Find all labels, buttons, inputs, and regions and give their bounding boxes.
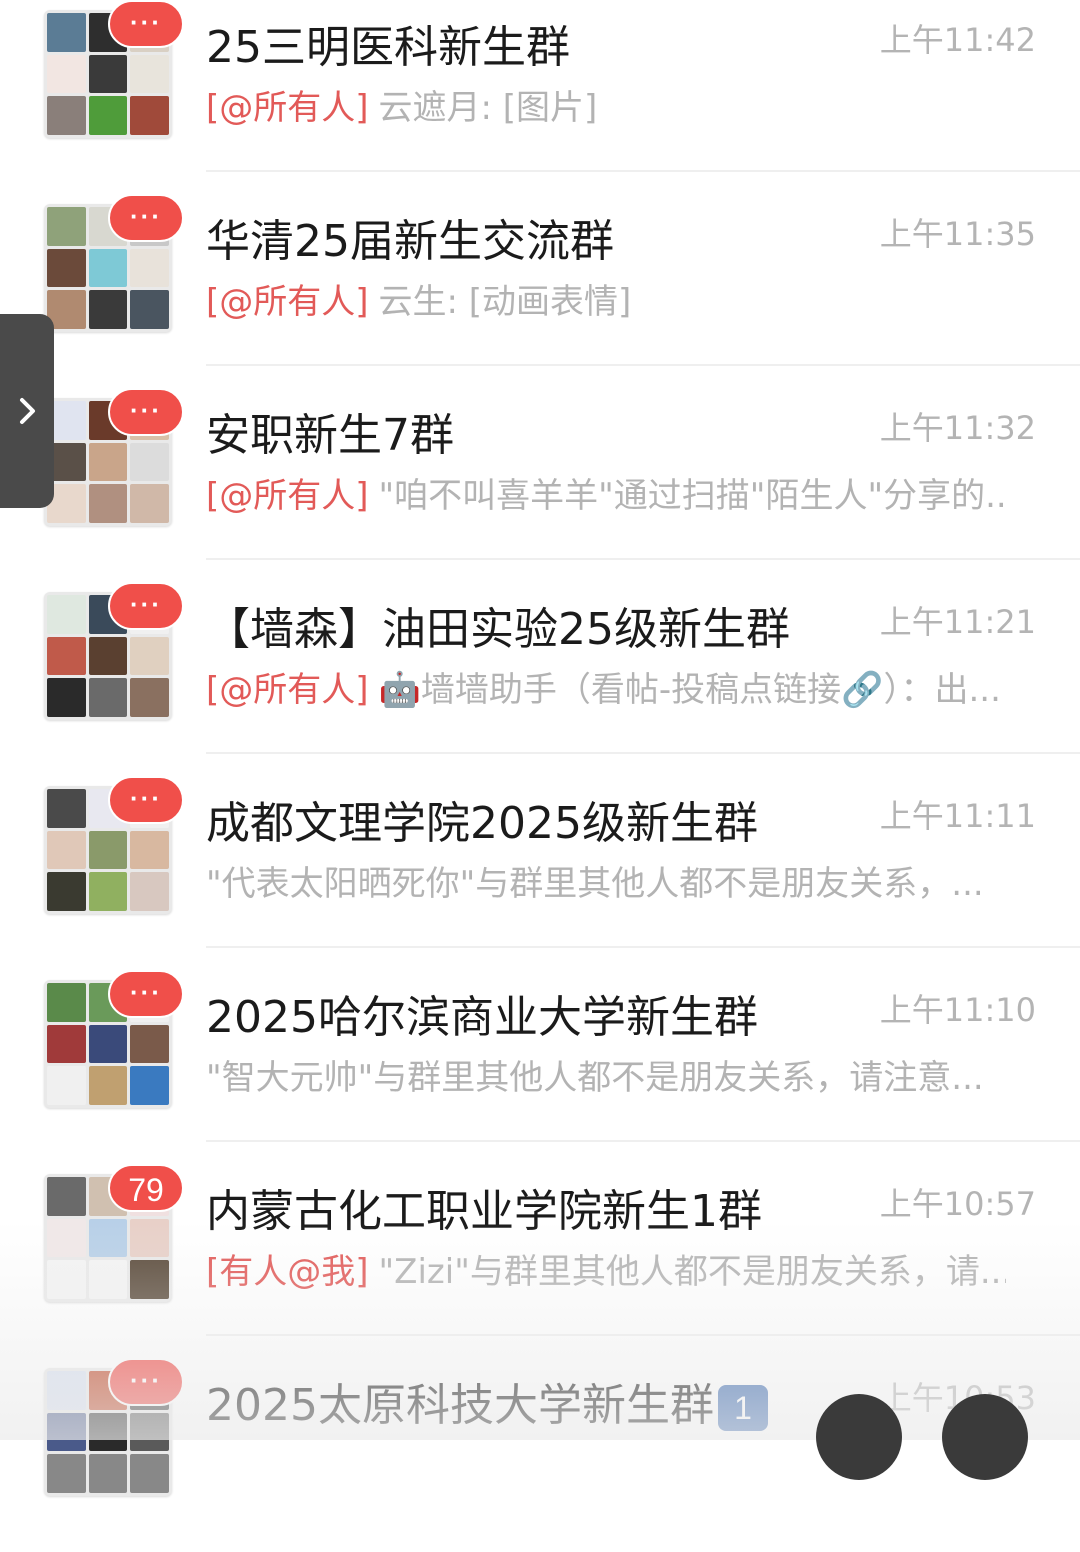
mention-tag: [有人@我]: [206, 1252, 369, 1292]
chat-row[interactable]: ··· 2025哈尔滨商业大学新生群 上午11:10 "智大元帅"与群里其他人都…: [0, 970, 1080, 1164]
chat-title-text: 2025太原科技大学新生群: [206, 1380, 714, 1431]
chat-title: 25三明医科新生群: [206, 22, 570, 73]
chevron-right-icon: [20, 398, 35, 424]
unread-badge: ···: [108, 194, 184, 242]
keycap-one-icon: 1: [717, 1385, 768, 1431]
unread-badge: ···: [108, 0, 184, 48]
mention-tag: [@所有人]: [206, 282, 369, 322]
chat-title: 内蒙古化工职业学院新生1群: [206, 1186, 762, 1237]
chat-row[interactable]: ··· 华清25届新生交流群 上午11:35 [@所有人] 云生: [动画表情]: [0, 194, 1080, 388]
chat-row[interactable]: ··· 2025太原科技大学新生群 1 上午10:53: [0, 1358, 1080, 1552]
divider: [206, 170, 1080, 172]
preview-text: "咱不叫喜羊羊"通过扫描"陌生人"分享的...: [378, 476, 1006, 516]
unread-badge: ···: [108, 970, 184, 1018]
chat-row[interactable]: ··· 安职新生7群 上午11:32 [@所有人] "咱不叫喜羊羊"通过扫描"陌生…: [0, 388, 1080, 582]
chat-row[interactable]: ··· 成都文理学院2025级新生群 上午11:11 "代表太阳晒死你"与群里其…: [0, 776, 1080, 970]
chat-title: 2025太原科技大学新生群 1: [206, 1378, 768, 1434]
chat-title: 2025哈尔滨商业大学新生群: [206, 992, 758, 1043]
preview-text: 🤖墙墙助手（看帖-投稿点链接🔗）：出...: [378, 670, 1001, 710]
chat-time: 上午10:57: [879, 1185, 1036, 1223]
chat-time: 上午11:11: [879, 797, 1036, 835]
divider: [206, 558, 1080, 560]
chat-time: 上午11:42: [879, 21, 1036, 59]
chat-row[interactable]: ··· 【墙森】油田实验25级新生群 上午11:21 [@所有人] 🤖墙墙助手（看…: [0, 582, 1080, 776]
mention-tag: [@所有人]: [206, 670, 369, 710]
side-panel-handle[interactable]: [0, 314, 54, 508]
chat-preview: [@所有人] 🤖墙墙助手（看帖-投稿点链接🔗）：出...: [206, 668, 1006, 712]
divider: [206, 1140, 1080, 1142]
floating-button[interactable]: [942, 1394, 1028, 1480]
preview-text: "智大元帅"与群里其他人都不是朋友关系，请注意...: [206, 1058, 984, 1098]
unread-badge: ···: [108, 1358, 184, 1406]
chat-row[interactable]: ··· 25三明医科新生群 上午11:42 [@所有人] 云遮月: [图片]: [0, 0, 1080, 194]
floating-button[interactable]: [816, 1394, 902, 1480]
divider: [206, 946, 1080, 948]
chat-title: 华清25届新生交流群: [206, 216, 614, 267]
divider: [206, 752, 1080, 754]
unread-badge: ···: [108, 388, 184, 436]
chat-preview: [@所有人] "咱不叫喜羊羊"通过扫描"陌生人"分享的...: [206, 474, 1006, 518]
preview-text: 云遮月: [图片]: [378, 88, 598, 128]
chat-preview: [@所有人] 云遮月: [图片]: [206, 86, 1006, 130]
chat-preview: "智大元帅"与群里其他人都不是朋友关系，请注意...: [206, 1056, 1006, 1100]
mention-tag: [@所有人]: [206, 476, 369, 516]
chat-time: 上午11:35: [879, 215, 1036, 253]
chat-preview: [@所有人] 云生: [动画表情]: [206, 280, 1006, 324]
chat-title: 成都文理学院2025级新生群: [206, 798, 758, 849]
chat-time: 上午11:21: [879, 603, 1036, 641]
chat-row[interactable]: 79 内蒙古化工职业学院新生1群 上午10:57 [有人@我] "Zizi"与群里…: [0, 1164, 1080, 1358]
mention-tag: [@所有人]: [206, 88, 369, 128]
preview-text: "Zizi"与群里其他人都不是朋友关系，请...: [378, 1252, 1006, 1292]
unread-badge: ···: [108, 776, 184, 824]
chat-title: 【墙森】油田实验25级新生群: [206, 604, 790, 655]
unread-badge: ···: [108, 582, 184, 630]
divider: [206, 364, 1080, 366]
chat-title: 安职新生7群: [206, 410, 454, 461]
preview-text: 云生: [动画表情]: [378, 282, 632, 322]
unread-count-badge: 79: [108, 1164, 184, 1212]
chat-preview: [有人@我] "Zizi"与群里其他人都不是朋友关系，请...: [206, 1250, 1006, 1294]
divider: [206, 1334, 1080, 1336]
chat-preview: "代表太阳晒死你"与群里其他人都不是朋友关系，...: [206, 862, 1006, 906]
chat-time: 上午11:32: [879, 409, 1036, 447]
preview-text: "代表太阳晒死你"与群里其他人都不是朋友关系，...: [206, 864, 984, 904]
chat-time: 上午11:10: [879, 991, 1036, 1029]
